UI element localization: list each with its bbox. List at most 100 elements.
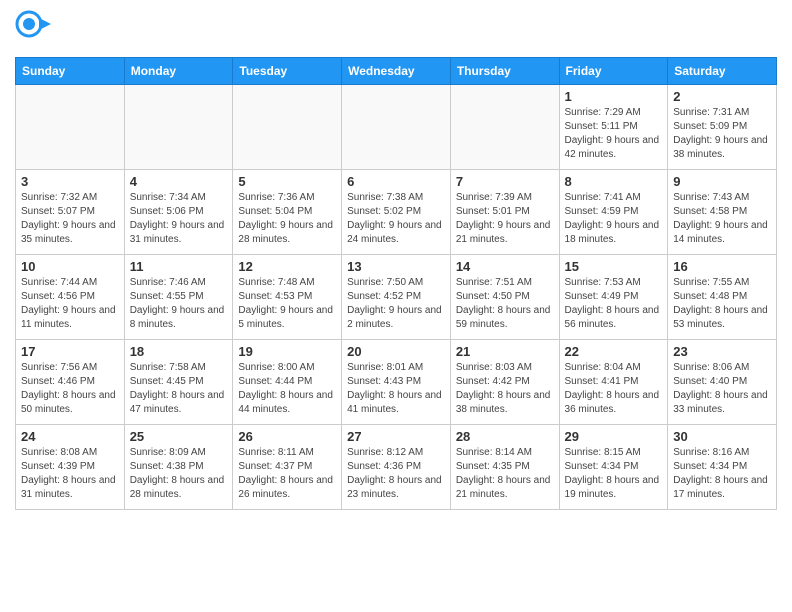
calendar-cell xyxy=(233,85,342,170)
calendar-cell: 14 Sunrise: 7:51 AM Sunset: 4:50 PM Dayli… xyxy=(450,255,559,340)
calendar-cell: 8Sunrise: 7:41 AM Sunset: 4:59 PM Daylig… xyxy=(559,170,668,255)
calendar-cell: 26 Sunrise: 8:11 AM Sunset: 4:37 PM Dayli… xyxy=(233,425,342,510)
day-info: Sunrise: 7:53 AM Sunset: 4:49 PM Dayligh… xyxy=(565,276,663,332)
day-number: 2 xyxy=(673,89,771,104)
header xyxy=(15,10,777,51)
calendar-cell: 27 Sunrise: 8:12 AM Sunset: 4:36 PM Dayli… xyxy=(342,425,451,510)
day-number: 28 xyxy=(456,429,554,444)
calendar-cell: 18Sunrise: 7:58 AM Sunset: 4:45 PM Dayli… xyxy=(124,340,233,425)
calendar-cell: 28Sunrise: 8:14 AM Sunset: 4:35 PM Dayli… xyxy=(450,425,559,510)
day-info: Sunrise: 7:56 AM Sunset: 4:46 PM Dayligh… xyxy=(21,361,119,417)
day-number: 29 xyxy=(565,429,663,444)
day-number: 18 xyxy=(130,344,228,359)
calendar-cell: 10Sunrise: 7:44 AM Sunset: 4:56 PM Dayli… xyxy=(16,255,125,340)
day-number: 14 xyxy=(456,259,554,274)
day-info: Sunrise: 8:00 AM Sunset: 4:44 PM Dayligh… xyxy=(238,361,336,417)
day-number: 9 xyxy=(673,174,771,189)
logo-icon xyxy=(15,10,51,46)
calendar-cell: 9 Sunrise: 7:43 AM Sunset: 4:58 PM Daylig… xyxy=(668,170,777,255)
day-number: 30 xyxy=(673,429,771,444)
week-row-1: 1 Sunrise: 7:29 AM Sunset: 5:11 PM Daylig… xyxy=(16,85,777,170)
calendar-cell: 12 Sunrise: 7:48 AM Sunset: 4:53 PM Dayli… xyxy=(233,255,342,340)
header-day-sunday: Sunday xyxy=(16,58,125,85)
calendar-cell: 6 Sunrise: 7:38 AM Sunset: 5:02 PM Daylig… xyxy=(342,170,451,255)
calendar-body: 1 Sunrise: 7:29 AM Sunset: 5:11 PM Daylig… xyxy=(16,85,777,510)
day-info: Sunrise: 7:46 AM Sunset: 4:55 PM Dayligh… xyxy=(130,276,228,332)
week-row-5: 24 Sunrise: 8:08 AM Sunset: 4:39 PM Dayli… xyxy=(16,425,777,510)
page-container: SundayMondayTuesdayWednesdayThursdayFrid… xyxy=(0,0,792,520)
day-number: 6 xyxy=(347,174,445,189)
day-number: 19 xyxy=(238,344,336,359)
day-info: Sunrise: 8:01 AM Sunset: 4:43 PM Dayligh… xyxy=(347,361,445,417)
day-number: 27 xyxy=(347,429,445,444)
day-info: Sunrise: 7:48 AM Sunset: 4:53 PM Dayligh… xyxy=(238,276,336,332)
header-row: SundayMondayTuesdayWednesdayThursdayFrid… xyxy=(16,58,777,85)
day-number: 21 xyxy=(456,344,554,359)
day-info: Sunrise: 8:15 AM Sunset: 4:34 PM Dayligh… xyxy=(565,446,663,502)
calendar-cell: 2 Sunrise: 7:31 AM Sunset: 5:09 PM Daylig… xyxy=(668,85,777,170)
header-day-friday: Friday xyxy=(559,58,668,85)
day-info: Sunrise: 8:06 AM Sunset: 4:40 PM Dayligh… xyxy=(673,361,771,417)
header-day-tuesday: Tuesday xyxy=(233,58,342,85)
header-day-wednesday: Wednesday xyxy=(342,58,451,85)
day-info: Sunrise: 8:04 AM Sunset: 4:41 PM Dayligh… xyxy=(565,361,663,417)
calendar-cell: 22Sunrise: 8:04 AM Sunset: 4:41 PM Dayli… xyxy=(559,340,668,425)
calendar-cell: 1 Sunrise: 7:29 AM Sunset: 5:11 PM Daylig… xyxy=(559,85,668,170)
calendar-cell: 24 Sunrise: 8:08 AM Sunset: 4:39 PM Dayli… xyxy=(16,425,125,510)
day-number: 24 xyxy=(21,429,119,444)
calendar-cell xyxy=(450,85,559,170)
week-row-2: 3 Sunrise: 7:32 AM Sunset: 5:07 PM Daylig… xyxy=(16,170,777,255)
day-info: Sunrise: 8:09 AM Sunset: 4:38 PM Dayligh… xyxy=(130,446,228,502)
calendar-cell: 5 Sunrise: 7:36 AM Sunset: 5:04 PM Daylig… xyxy=(233,170,342,255)
day-info: Sunrise: 7:55 AM Sunset: 4:48 PM Dayligh… xyxy=(673,276,771,332)
day-info: Sunrise: 8:08 AM Sunset: 4:39 PM Dayligh… xyxy=(21,446,119,502)
day-number: 7 xyxy=(456,174,554,189)
calendar-cell: 20 Sunrise: 8:01 AM Sunset: 4:43 PM Dayli… xyxy=(342,340,451,425)
day-info: Sunrise: 7:38 AM Sunset: 5:02 PM Dayligh… xyxy=(347,191,445,247)
day-number: 23 xyxy=(673,344,771,359)
calendar-table: SundayMondayTuesdayWednesdayThursdayFrid… xyxy=(15,57,777,510)
calendar-cell xyxy=(342,85,451,170)
calendar-cell xyxy=(16,85,125,170)
day-info: Sunrise: 8:12 AM Sunset: 4:36 PM Dayligh… xyxy=(347,446,445,502)
day-number: 16 xyxy=(673,259,771,274)
calendar-cell: 23 Sunrise: 8:06 AM Sunset: 4:40 PM Dayli… xyxy=(668,340,777,425)
day-number: 5 xyxy=(238,174,336,189)
day-number: 26 xyxy=(238,429,336,444)
day-number: 4 xyxy=(130,174,228,189)
day-info: Sunrise: 7:29 AM Sunset: 5:11 PM Dayligh… xyxy=(565,106,663,162)
day-info: Sunrise: 7:36 AM Sunset: 5:04 PM Dayligh… xyxy=(238,191,336,247)
day-number: 17 xyxy=(21,344,119,359)
day-info: Sunrise: 7:32 AM Sunset: 5:07 PM Dayligh… xyxy=(21,191,119,247)
day-number: 11 xyxy=(130,259,228,274)
day-info: Sunrise: 7:34 AM Sunset: 5:06 PM Dayligh… xyxy=(130,191,228,247)
header-day-monday: Monday xyxy=(124,58,233,85)
day-info: Sunrise: 7:39 AM Sunset: 5:01 PM Dayligh… xyxy=(456,191,554,247)
calendar-cell: 17 Sunrise: 7:56 AM Sunset: 4:46 PM Dayli… xyxy=(16,340,125,425)
day-info: Sunrise: 7:43 AM Sunset: 4:58 PM Dayligh… xyxy=(673,191,771,247)
day-number: 1 xyxy=(565,89,663,104)
day-info: Sunrise: 8:16 AM Sunset: 4:34 PM Dayligh… xyxy=(673,446,771,502)
day-number: 12 xyxy=(238,259,336,274)
calendar-header: SundayMondayTuesdayWednesdayThursdayFrid… xyxy=(16,58,777,85)
day-number: 8 xyxy=(565,174,663,189)
day-info: Sunrise: 8:03 AM Sunset: 4:42 PM Dayligh… xyxy=(456,361,554,417)
day-info: Sunrise: 7:51 AM Sunset: 4:50 PM Dayligh… xyxy=(456,276,554,332)
calendar-cell: 29 Sunrise: 8:15 AM Sunset: 4:34 PM Dayli… xyxy=(559,425,668,510)
day-number: 20 xyxy=(347,344,445,359)
header-day-thursday: Thursday xyxy=(450,58,559,85)
calendar-cell xyxy=(124,85,233,170)
calendar-cell: 13Sunrise: 7:50 AM Sunset: 4:52 PM Dayli… xyxy=(342,255,451,340)
calendar-cell: 11 Sunrise: 7:46 AM Sunset: 4:55 PM Dayli… xyxy=(124,255,233,340)
calendar-cell: 16 Sunrise: 7:55 AM Sunset: 4:48 PM Dayli… xyxy=(668,255,777,340)
calendar-cell: 30 Sunrise: 8:16 AM Sunset: 4:34 PM Dayli… xyxy=(668,425,777,510)
calendar-cell: 21 Sunrise: 8:03 AM Sunset: 4:42 PM Dayli… xyxy=(450,340,559,425)
calendar-cell: 25Sunrise: 8:09 AM Sunset: 4:38 PM Dayli… xyxy=(124,425,233,510)
day-number: 10 xyxy=(21,259,119,274)
day-info: Sunrise: 7:31 AM Sunset: 5:09 PM Dayligh… xyxy=(673,106,771,162)
calendar-cell: 15Sunrise: 7:53 AM Sunset: 4:49 PM Dayli… xyxy=(559,255,668,340)
day-number: 3 xyxy=(21,174,119,189)
logo xyxy=(15,10,55,51)
day-info: Sunrise: 8:11 AM Sunset: 4:37 PM Dayligh… xyxy=(238,446,336,502)
calendar-cell: 19 Sunrise: 8:00 AM Sunset: 4:44 PM Dayli… xyxy=(233,340,342,425)
